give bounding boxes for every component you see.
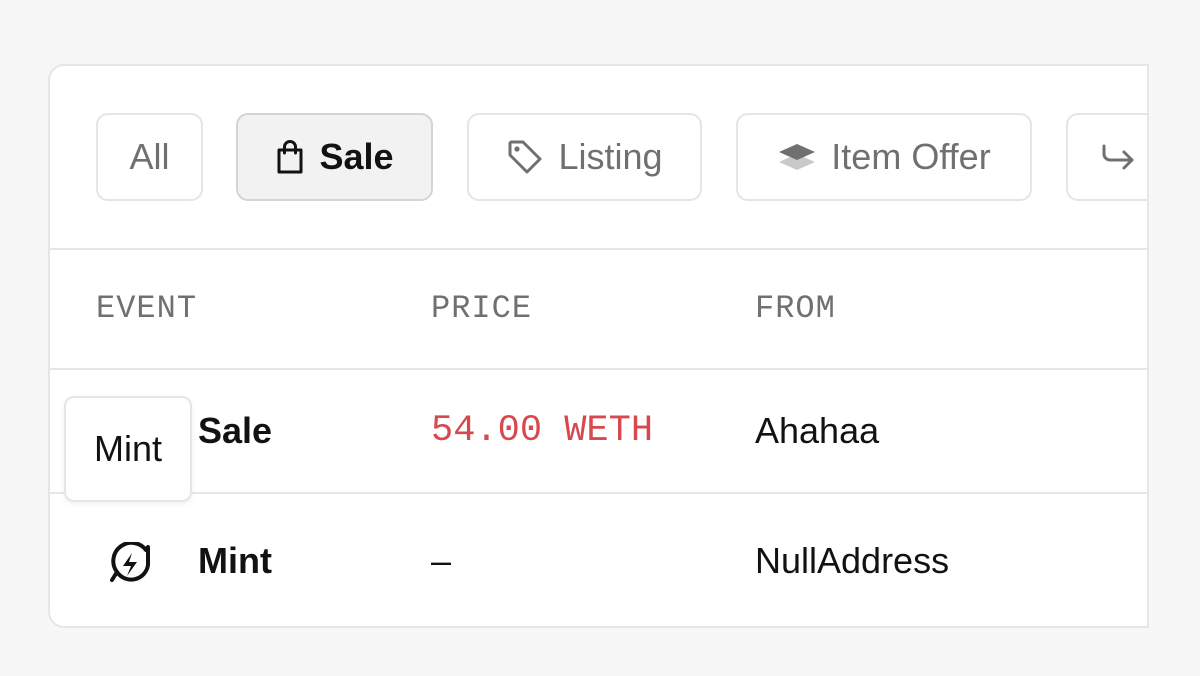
stack-icon bbox=[779, 144, 816, 170]
filter-sale-button[interactable]: Sale bbox=[236, 113, 433, 201]
activity-card: All Sale Listing Item Offer EVENT PRICE … bbox=[48, 64, 1148, 628]
table-row[interactable]: Mint – NullAddress bbox=[50, 494, 1148, 626]
filter-all-button[interactable]: All bbox=[96, 113, 203, 201]
filter-transfer-button[interactable] bbox=[1066, 113, 1148, 201]
tooltip-text: Mint bbox=[93, 428, 162, 469]
filter-item-offer-label: Item Offer bbox=[831, 136, 991, 177]
price-value: 54.00 WETH bbox=[431, 410, 654, 452]
event-filter-bar: All Sale Listing Item Offer bbox=[50, 66, 1148, 250]
filter-listing-label: Listing bbox=[558, 136, 663, 177]
column-header-event: EVENT bbox=[96, 290, 198, 327]
filter-sale-label: Sale bbox=[319, 136, 394, 177]
column-header-from: FROM bbox=[755, 290, 836, 327]
filter-all-label: All bbox=[129, 136, 170, 177]
from-address-link[interactable]: NullAddress bbox=[755, 540, 949, 582]
price-value: – bbox=[431, 540, 452, 581]
event-tooltip: Mint bbox=[64, 396, 192, 502]
table-header: EVENT PRICE FROM bbox=[50, 250, 1148, 370]
filter-listing-button[interactable]: Listing bbox=[467, 113, 702, 201]
table-row[interactable]: Sale 54.00 WETH Ahahaa bbox=[50, 370, 1148, 494]
shopping-bag-icon bbox=[277, 140, 303, 174]
event-label: Mint bbox=[198, 540, 272, 581]
mint-lightning-icon bbox=[110, 542, 150, 582]
card-right-edge bbox=[1147, 64, 1149, 628]
transfer-arrow-icon bbox=[1102, 144, 1134, 170]
event-label: Sale bbox=[198, 410, 273, 451]
column-header-price: PRICE bbox=[431, 290, 533, 327]
tag-icon bbox=[508, 140, 542, 174]
from-address-link[interactable]: Ahahaa bbox=[755, 410, 879, 452]
filter-item-offer-button[interactable]: Item Offer bbox=[736, 113, 1032, 201]
